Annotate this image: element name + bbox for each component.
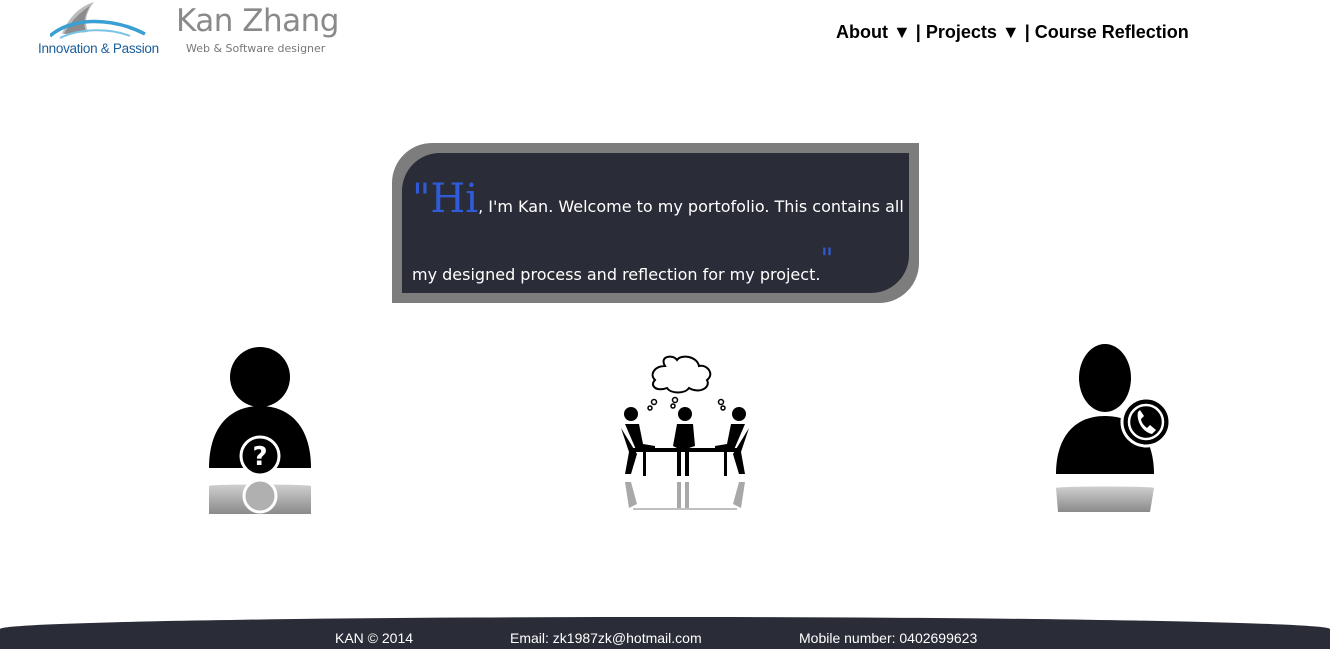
contact-feature-link[interactable] [1050, 344, 1172, 521]
site-logo[interactable]: Innovation & Passion [30, 0, 165, 60]
nav-item-projects[interactable]: Projects ▼ [926, 22, 1020, 42]
welcome-banner: "Hi, I'm Kan. Welcome to my portofolio. … [392, 143, 919, 303]
footer-copyright: KAN © 2014 [335, 630, 414, 646]
footer-mobile: Mobile number: 0402699623 [799, 630, 978, 646]
team-meeting-icon [619, 355, 751, 510]
welcome-message: "Hi, I'm Kan. Welcome to my portofolio. … [412, 173, 907, 301]
wave-fin-logo-icon [50, 2, 146, 39]
logo-tagline: Innovation & Passion [38, 41, 159, 56]
svg-text:?: ? [252, 442, 267, 472]
projects-feature-link[interactable] [615, 344, 755, 519]
main-nav: About ▼ | Projects ▼ | Course Reflection [836, 22, 1189, 43]
nav-separator: | [1019, 22, 1035, 42]
brand-name: Kan Zhang [176, 3, 340, 39]
about-feature-link[interactable]: ? [205, 344, 315, 521]
nav-separator: | [910, 22, 926, 42]
user-phone-icon [1056, 344, 1172, 512]
nav-item-course-reflection[interactable]: Course Reflection [1035, 22, 1189, 42]
page-footer: KAN © 2014 Email: zk1987zk@hotmail.com M… [0, 617, 1330, 649]
welcome-close-quote: " [820, 242, 834, 275]
welcome-box: "Hi, I'm Kan. Welcome to my portofolio. … [402, 153, 909, 293]
welcome-hi: "Hi [412, 176, 479, 222]
user-question-icon: ? [209, 347, 311, 514]
nav-item-about[interactable]: About ▼ [836, 22, 911, 42]
footer-email[interactable]: Email: zk1987zk@hotmail.com [510, 630, 702, 646]
brand-subtitle: Web & Software designer [186, 42, 326, 55]
